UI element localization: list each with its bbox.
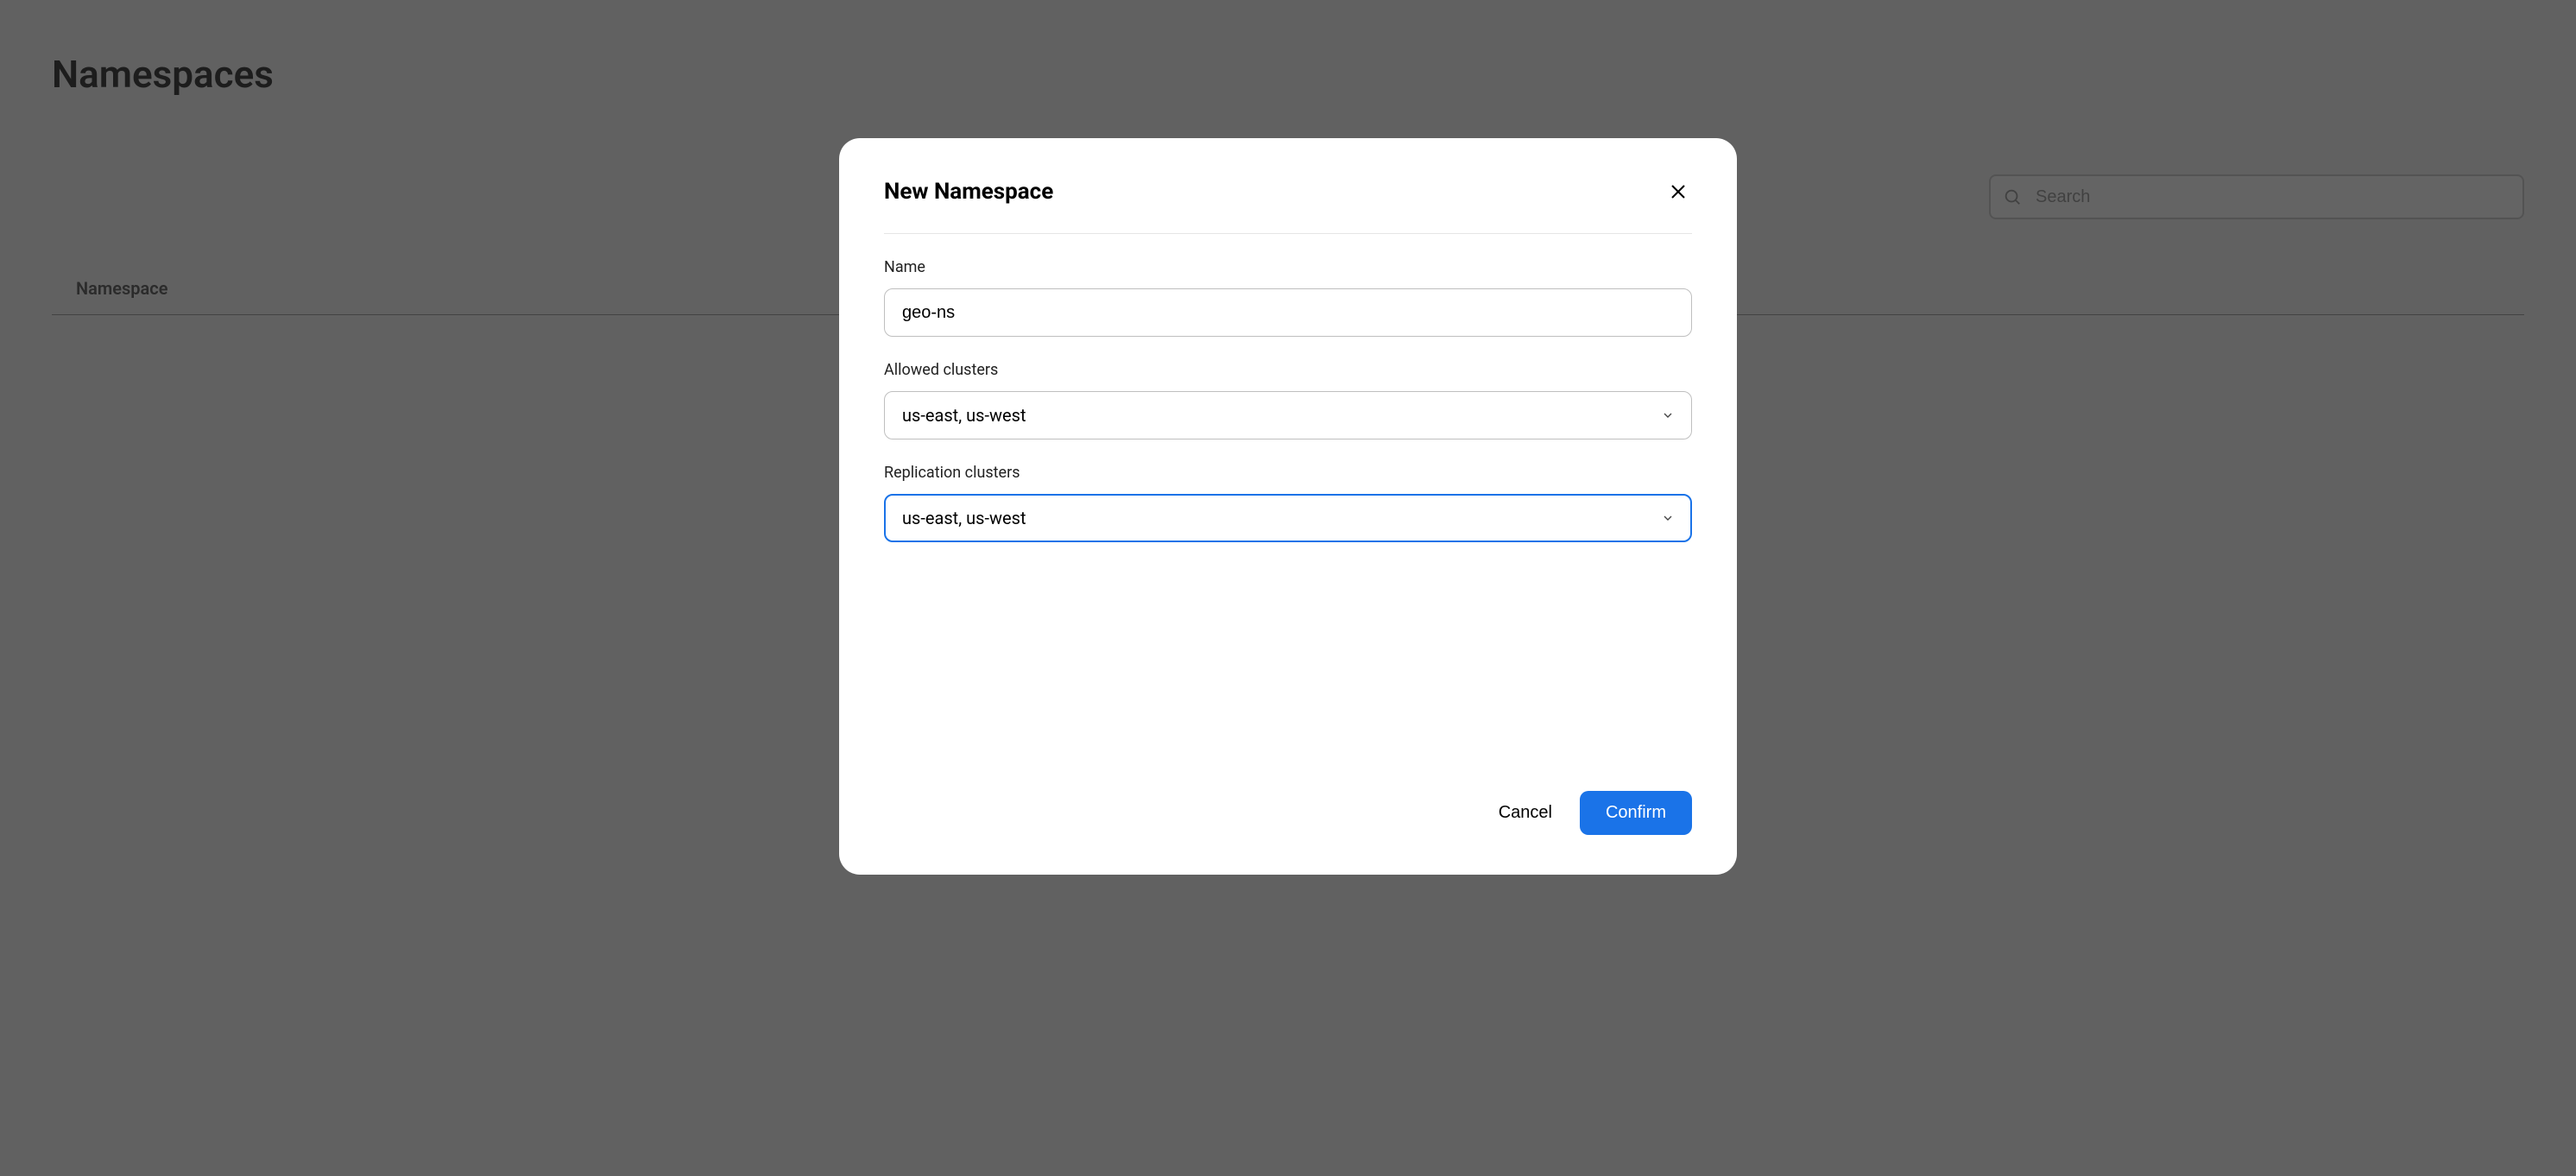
close-button[interactable] [1664, 178, 1692, 205]
allowed-clusters-select-wrapper: us-east, us-west [884, 391, 1692, 439]
replication-clusters-value: us-east, us-west [902, 508, 1026, 528]
replication-clusters-group: Replication clusters us-east, us-west [884, 464, 1692, 542]
close-icon [1668, 181, 1689, 202]
allowed-clusters-value: us-east, us-west [902, 405, 1026, 426]
modal-title: New Namespace [884, 179, 1053, 205]
modal-footer: Cancel Confirm [884, 566, 1692, 835]
allowed-clusters-label: Allowed clusters [884, 361, 1692, 379]
name-label: Name [884, 258, 1692, 276]
modal-header: New Namespace [884, 178, 1692, 234]
modal-overlay: New Namespace Name Allowed clusters us- [0, 0, 2576, 1176]
cancel-button[interactable]: Cancel [1492, 791, 1559, 835]
replication-clusters-select-wrapper: us-east, us-west [884, 494, 1692, 542]
modal-body: Name Allowed clusters us-east, us-west R… [884, 234, 1692, 566]
name-input[interactable] [884, 288, 1692, 337]
new-namespace-modal: New Namespace Name Allowed clusters us- [839, 138, 1737, 875]
allowed-clusters-select[interactable]: us-east, us-west [884, 391, 1692, 439]
allowed-clusters-group: Allowed clusters us-east, us-west [884, 361, 1692, 439]
replication-clusters-select[interactable]: us-east, us-west [884, 494, 1692, 542]
confirm-button[interactable]: Confirm [1580, 791, 1692, 835]
name-group: Name [884, 258, 1692, 337]
replication-clusters-label: Replication clusters [884, 464, 1692, 482]
